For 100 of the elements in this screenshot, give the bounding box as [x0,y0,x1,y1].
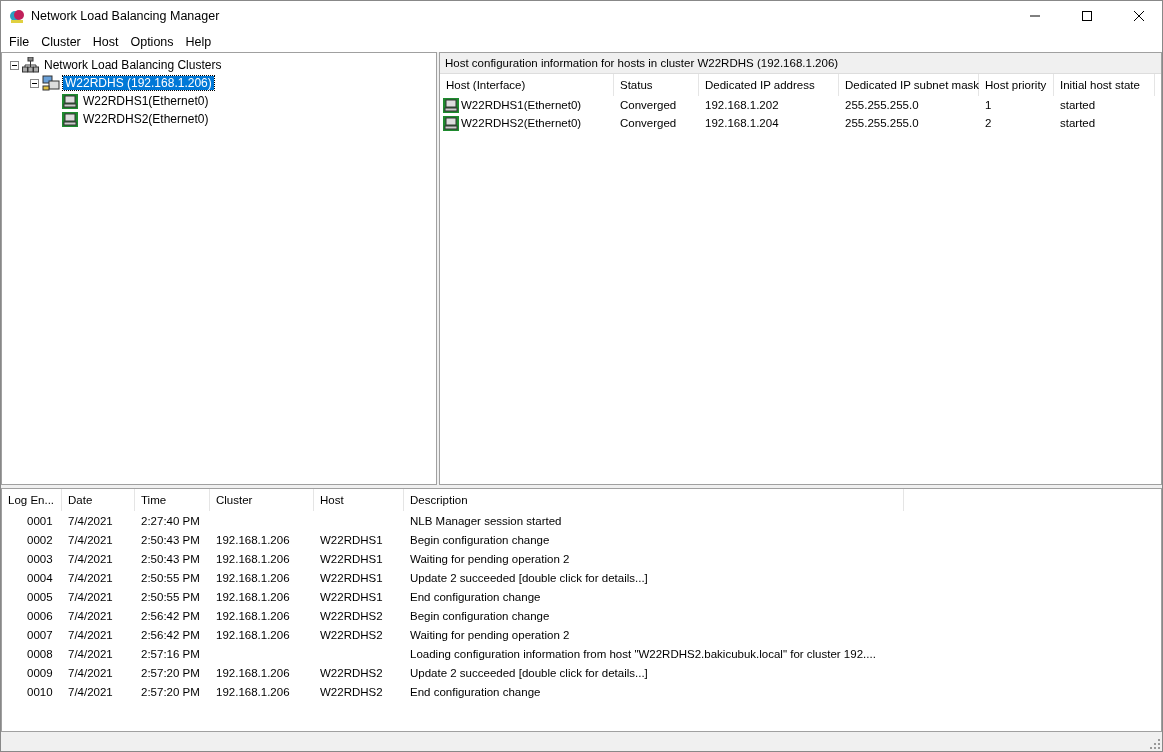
table-cell-text: 7/4/2021 [67,665,114,681]
table-cell-text: W22RDHS1 [319,589,384,605]
table-cell-text: 255.255.255.0 [844,116,920,131]
column-header[interactable]: Date [62,489,135,511]
table-cell-text: 0005 [26,589,54,605]
resize-grip-icon[interactable] [1150,739,1160,749]
table-cell-text: started [1059,98,1097,113]
collapse-toggle[interactable] [10,60,19,70]
table-cell: W22RDHS1(Ethernet0) [440,96,614,114]
network-icon [22,57,39,73]
table-cell-text: 192.168.1.206 [215,551,291,567]
table-cell-text: 2:27:40 PM [140,513,201,529]
column-header[interactable]: Dedicated IP subnet mask [839,74,979,96]
table-cell-text: 192.168.1.206 [215,684,291,700]
table-cell-text: 192.168.1.204 [704,116,780,131]
tree-item[interactable]: W22RDHS2(Ethernet0) [81,112,211,126]
column-header[interactable]: Host priority [979,74,1054,96]
table-cell-text: 2:57:20 PM [140,665,201,681]
table-cell-text: 0008 [26,646,54,662]
column-header[interactable]: Cluster [210,489,314,511]
panel-title: Host configuration information for hosts in cluster W22RDHS (192.168.1.206) [440,53,1161,74]
table-cell-text: 7/4/2021 [67,684,114,700]
maximize-icon[interactable] [1082,11,1092,21]
table-cell-text: 192.168.1.206 [215,608,291,624]
table-cell-text: 0001 [26,513,54,529]
table-cell-text: Begin configuration change [409,532,551,548]
tree-item[interactable]: W22RDHS (192.168.1.206) [63,76,214,90]
column-header[interactable]: Log En... [2,489,62,511]
table-cell-text: W22RDHS1 [319,570,384,586]
table-cell-text: 192.168.1.206 [215,589,291,605]
table-cell-text: W22RDHS2 [319,627,384,643]
table-cell-text: Update 2 succeeded [double click for details...] [409,570,649,586]
menu-item[interactable]: Cluster [35,34,87,49]
table-cell-text: W22RDHS2 [319,665,384,681]
table-cell-text: 7/4/2021 [67,551,114,567]
table-cell-text: 192.168.1.206 [215,570,291,586]
table-cell-text: Converged [619,98,678,113]
table-cell-text: 1 [984,98,993,113]
tree-item[interactable]: Network Load Balancing Clusters [42,58,224,72]
table-cell-text: 2:57:16 PM [140,646,201,662]
column-header[interactable]: Host (Interface) [440,74,614,96]
table-cell-text: End configuration change [409,589,542,605]
table-cell-text: 0009 [26,665,54,681]
table-cell-text: Update 2 succeeded [double click for details...] [409,665,649,681]
table-cell-text: 0004 [26,570,54,586]
table-cell-text: 7/4/2021 [67,646,114,662]
table-cell-text: 0002 [26,532,54,548]
table-cell-text: 0007 [26,627,54,643]
table-cell-text: 0010 [26,684,54,700]
table-cell-text: 0006 [26,608,54,624]
column-header[interactable]: Time [135,489,210,511]
table-cell-text: 7/4/2021 [67,570,114,586]
table-cell-text: started [1059,116,1097,131]
table-cell-text: 192.168.1.202 [704,98,780,113]
table-cell-text: 0003 [26,551,54,567]
table-cell-text: 2:50:43 PM [140,532,201,548]
table-cell-text: Waiting for pending operation 2 [409,627,571,643]
column-header[interactable]: Description [404,489,904,511]
table-cell-text: 7/4/2021 [67,608,114,624]
table-cell-text: NLB Manager session started [409,513,563,529]
table-cell-text: 255.255.255.0 [844,98,920,113]
column-header[interactable]: Host [314,489,404,511]
window-title: Network Load Balancing Manager [31,9,221,23]
table-cell-text: 7/4/2021 [67,532,114,548]
table-cell-text: 2:56:42 PM [140,627,201,643]
table-cell-text: 2 [984,116,993,131]
computer-icon [62,111,78,127]
table-cell: W22RDHS2(Ethernet0) [440,114,614,132]
column-header[interactable]: Dedicated IP address [699,74,839,96]
table-cell-text: W22RDHS1 [319,532,384,548]
collapse-toggle[interactable] [30,78,39,88]
app-icon [9,8,25,24]
table-cell-text: 2:50:55 PM [140,570,201,586]
table-cell-text: 7/4/2021 [67,589,114,605]
table-cell-text: 2:57:20 PM [140,684,201,700]
cluster-icon [42,75,60,91]
column-header[interactable]: Status [614,74,699,96]
table-cell-text: W22RDHS2 [319,684,384,700]
table-cell-text: End configuration change [409,684,542,700]
computer-icon [443,97,459,113]
table-cell-text: Begin configuration change [409,608,551,624]
menu-item[interactable]: Options [124,34,180,49]
table-cell-text: 192.168.1.206 [215,665,291,681]
table-cell-text: 2:50:43 PM [140,551,201,567]
column-header[interactable]: Initial host state [1054,74,1155,96]
menu-item[interactable]: File [3,34,36,49]
table-cell-text: 2:56:42 PM [140,608,201,624]
table-cell-text: W22RDHS2 [319,608,384,624]
table-cell-text: Waiting for pending operation 2 [409,551,571,567]
menu-item[interactable]: Host [86,34,125,49]
table-cell-text: Loading configuration information from host "W22RDHS2.bakicubuk.local" for cluster 192.... [409,646,877,662]
tree-item[interactable]: W22RDHS1(Ethernet0) [81,94,211,108]
table-cell-text: 192.168.1.206 [215,532,291,548]
table-cell-text: W22RDHS1 [319,551,384,567]
close-icon[interactable] [1134,11,1144,21]
menu-item[interactable]: Help [179,34,218,49]
table-cell-text: 2:50:55 PM [140,589,201,605]
table-cell-text: 7/4/2021 [67,513,114,529]
table-cell-text: 192.168.1.206 [215,627,291,643]
computer-icon [62,93,78,109]
